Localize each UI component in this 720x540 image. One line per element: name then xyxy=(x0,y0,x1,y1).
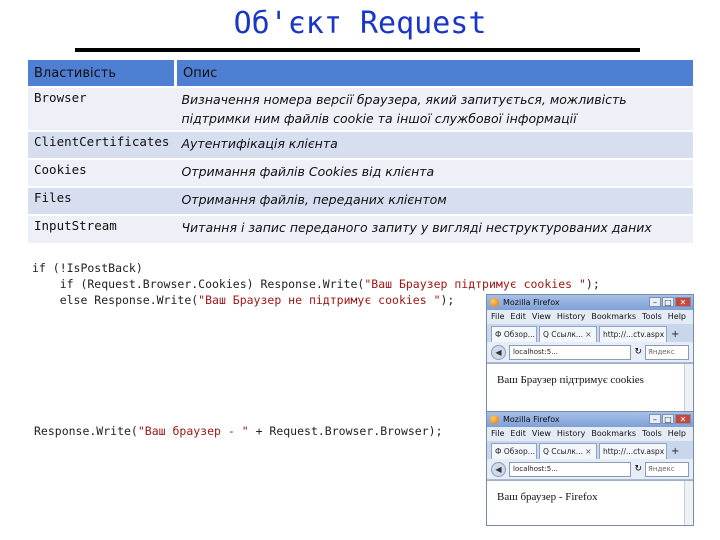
menu-history[interactable]: History xyxy=(557,310,585,324)
search-input[interactable]: Яндекс xyxy=(645,344,689,360)
menu-bar: File Edit View History Bookmarks Tools H… xyxy=(487,427,693,441)
back-icon[interactable]: ◀ xyxy=(491,461,506,477)
minimize-button[interactable]: – xyxy=(649,297,661,307)
table-header-row: Властивість Опис xyxy=(28,60,693,87)
maximize-button[interactable]: □ xyxy=(662,297,674,307)
close-tab-icon[interactable]: × xyxy=(585,330,592,339)
property-cell: Browser xyxy=(28,86,176,131)
browser-tab[interactable]: Ф Обзор... xyxy=(491,443,537,459)
menu-help[interactable]: Help xyxy=(668,427,686,441)
search-input[interactable]: Яндекс xyxy=(645,461,689,477)
back-icon[interactable]: ◀ xyxy=(491,344,506,360)
menu-view[interactable]: View xyxy=(532,427,551,441)
address-bar[interactable]: localhost:5... xyxy=(509,344,632,360)
navigation-bar: ◀ localhost:5... ↻ Яндекс xyxy=(487,459,693,480)
menu-tools[interactable]: Tools xyxy=(642,427,662,441)
code-line: if (Request.Browser.Cookies) Response.Wr… xyxy=(32,277,600,291)
browser-tab[interactable]: Q Ссылк... × xyxy=(539,326,597,342)
browser-tab[interactable]: Q Ссылк... × xyxy=(539,443,597,459)
code-line: else Response.Write("Ваш Браузер не підт… xyxy=(32,293,455,307)
table-row: Files Отримання файлів, переданих клієнт… xyxy=(28,186,693,215)
menu-bookmarks[interactable]: Bookmarks xyxy=(591,427,636,441)
property-cell: Cookies xyxy=(28,158,176,187)
menu-bookmarks[interactable]: Bookmarks xyxy=(591,310,636,324)
table-row: Browser Визначення номера версії браузер… xyxy=(28,86,693,131)
page-content: Ваш браузер - Firefox xyxy=(487,480,693,525)
code-line: if (!IsPostBack) xyxy=(32,261,143,275)
firefox-logo-icon xyxy=(490,298,499,307)
property-cell: Files xyxy=(28,186,176,215)
navigation-bar: ◀ localhost:5... ↻ Яндекс xyxy=(487,342,693,363)
description-cell: Читання і запис переданого запиту у вигл… xyxy=(175,214,693,243)
new-tab-button[interactable]: + xyxy=(669,444,681,459)
browser-tab-active[interactable]: http://...ctv.aspx xyxy=(599,443,667,459)
new-tab-button[interactable]: + xyxy=(669,327,681,342)
window-titlebar: Mozilla Firefox – □ ✕ xyxy=(487,412,693,427)
reload-icon[interactable]: ↻ xyxy=(634,464,642,474)
description-cell: Отримання файлів Cookies від клієнта xyxy=(175,158,693,187)
property-cell: InputStream xyxy=(28,214,176,243)
code-block-browser: Response.Write("Ваш браузер - " + Reques… xyxy=(34,424,443,438)
property-cell: ClientCertificates xyxy=(28,130,176,159)
description-cell: Визначення номера версії браузера, який … xyxy=(175,86,693,131)
output-message: Ваш браузер - Firefox xyxy=(497,491,598,503)
menu-tools[interactable]: Tools xyxy=(642,310,662,324)
description-cell: Аутентифікація клієнта xyxy=(175,130,693,159)
header-property: Властивість xyxy=(28,60,177,87)
slide-title: Об'єкт Request xyxy=(233,6,487,41)
description-cell: Отримання файлів, переданих клієнтом xyxy=(175,186,693,215)
menu-edit[interactable]: Edit xyxy=(510,427,526,441)
tab-bar: Ф Обзор... Q Ссылк... × http://...ctv.asp… xyxy=(487,324,693,342)
output-message: Ваш Браузер підтримує cookies xyxy=(497,374,644,386)
firefox-logo-icon xyxy=(490,415,499,424)
menu-view[interactable]: View xyxy=(532,310,551,324)
menu-history[interactable]: History xyxy=(557,427,585,441)
title-underline xyxy=(75,48,640,52)
tab-bar: Ф Обзор... Q Ссылк... × http://...ctv.asp… xyxy=(487,441,693,459)
vertical-scrollbar[interactable] xyxy=(684,481,693,525)
close-tab-icon[interactable]: × xyxy=(585,447,592,456)
menu-help[interactable]: Help xyxy=(668,310,686,324)
browser-tab[interactable]: Ф Обзор... xyxy=(491,326,537,342)
window-titlebar: Mozilla Firefox – □ ✕ xyxy=(487,295,693,310)
maximize-button[interactable]: □ xyxy=(662,414,674,424)
menu-file[interactable]: File xyxy=(491,427,504,441)
firefox-window-browser: Mozilla Firefox – □ ✕ File Edit View Histo… xyxy=(486,411,694,526)
close-button[interactable]: ✕ xyxy=(675,414,691,424)
menu-file[interactable]: File xyxy=(491,310,504,324)
reload-icon[interactable]: ↻ xyxy=(634,347,642,357)
table-row: Cookies Отримання файлів Cookies від клі… xyxy=(28,158,693,187)
minimize-button[interactable]: – xyxy=(649,414,661,424)
header-description: Опис xyxy=(175,60,693,87)
table-row: InputStream Читання і запис переданого з… xyxy=(28,214,693,243)
menu-bar: File Edit View History Bookmarks Tools H… xyxy=(487,310,693,324)
close-button[interactable]: ✕ xyxy=(675,297,691,307)
menu-edit[interactable]: Edit xyxy=(510,310,526,324)
properties-table: Властивість Опис Browser Визначення номе… xyxy=(28,60,693,243)
address-bar[interactable]: localhost:5... xyxy=(509,461,632,477)
table-row: ClientCertificates Аутентифікація клієнт… xyxy=(28,130,693,159)
browser-tab-active[interactable]: http://...ctv.aspx xyxy=(599,326,667,342)
firefox-window-cookies: Mozilla Firefox – □ ✕ File Edit View Histo… xyxy=(486,294,694,423)
